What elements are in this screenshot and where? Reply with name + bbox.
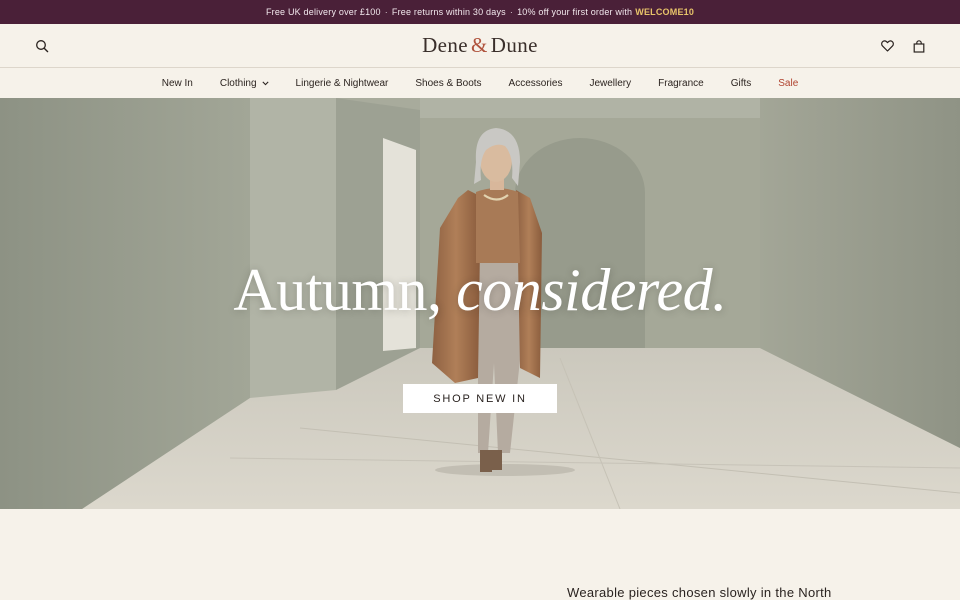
nav-item-clothing[interactable]: Clothing bbox=[220, 78, 269, 89]
nav-item-fragrance[interactable]: Fragrance bbox=[658, 78, 704, 89]
site-header: Dene & Dune bbox=[0, 24, 960, 68]
promo-returns: Free returns within 30 days bbox=[391, 7, 506, 17]
nav-item-label: Clothing bbox=[219, 77, 257, 89]
nav-item-jewellery[interactable]: Jewellery bbox=[589, 78, 631, 89]
promo-separator: · bbox=[384, 7, 388, 17]
intro-text: Wearable pieces chosen slowly in the Nor… bbox=[567, 585, 832, 600]
nav-item-lingerie-nightwear[interactable]: Lingerie & Nightwear bbox=[296, 78, 389, 89]
logo-text-left: Dene bbox=[422, 33, 469, 57]
nav-item-gifts[interactable]: Gifts bbox=[731, 78, 752, 89]
promo-code: WELCOME10 bbox=[635, 7, 695, 17]
shop-new-in-button[interactable]: SHOP NEW IN bbox=[403, 384, 557, 413]
hero-title-italic: considered. bbox=[456, 257, 727, 323]
nav-item-accessories[interactable]: Accessories bbox=[509, 78, 563, 89]
nav-item-shoes-boots[interactable]: Shoes & Boots bbox=[415, 78, 481, 89]
hero-banner[interactable]: Autumn, considered. SHOP NEW IN bbox=[0, 98, 960, 509]
promo-separator: · bbox=[509, 7, 514, 17]
hero-title: Autumn, considered. bbox=[0, 256, 960, 325]
chevron-down-icon bbox=[261, 78, 269, 89]
promo-bar: Free UK delivery over £100 · Free return… bbox=[0, 0, 960, 24]
promo-offer: 10% off your first order with bbox=[517, 7, 633, 17]
promo-delivery: Free UK delivery over £100 bbox=[265, 7, 381, 17]
logo-text-right: Dune bbox=[490, 33, 538, 57]
nav-item-new-in[interactable]: New In bbox=[162, 78, 193, 89]
main-nav: New In Clothing Lingerie & Nightwear Sho… bbox=[0, 68, 960, 98]
nav-item-sale[interactable]: Sale bbox=[778, 78, 798, 89]
bag-icon[interactable] bbox=[910, 37, 928, 55]
heart-icon[interactable] bbox=[878, 37, 896, 55]
logo-ampersand: & bbox=[471, 33, 488, 57]
hero-title-plain: Autumn, bbox=[233, 257, 442, 323]
site-logo[interactable]: Dene & Dune bbox=[0, 33, 960, 58]
